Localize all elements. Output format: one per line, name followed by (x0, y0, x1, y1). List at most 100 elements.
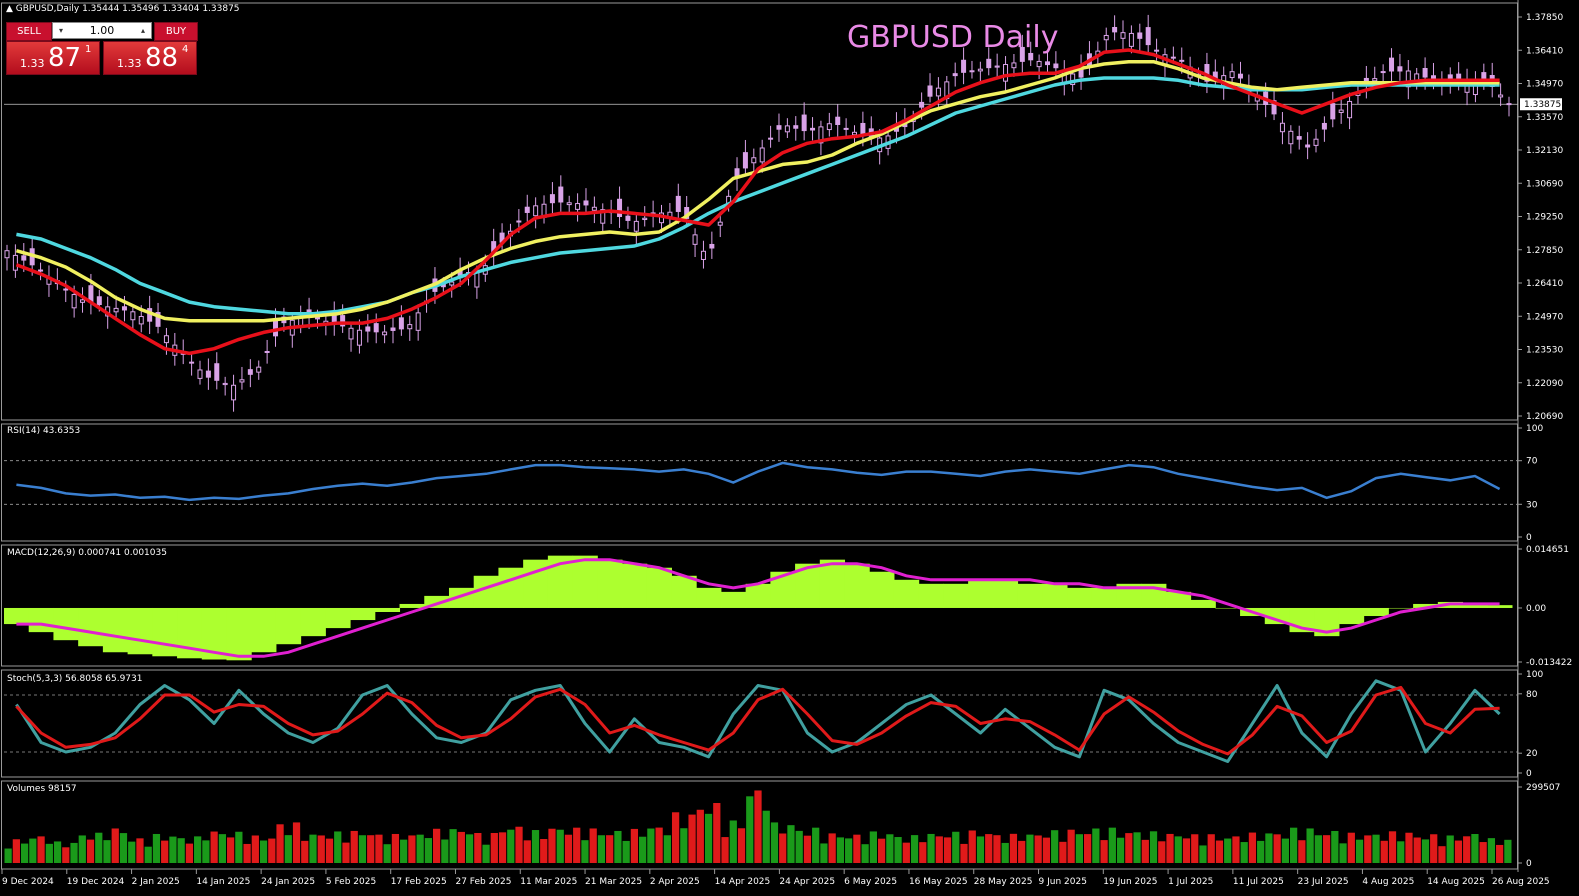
volume-bar (1141, 839, 1149, 863)
volume-bar (161, 840, 169, 863)
volume-bar (433, 828, 441, 863)
y-tick-label: 1.36410 (1526, 46, 1563, 56)
candle-body (633, 220, 639, 232)
volume-bar (235, 831, 243, 863)
volume-bar (548, 828, 556, 863)
x-tick-label: 21 Mar 2025 (585, 877, 642, 887)
candle-body (583, 200, 589, 206)
macd-histogram-bar (102, 607, 129, 653)
x-tick-label: 24 Apr 2025 (779, 877, 835, 887)
candle-body (826, 123, 832, 131)
macd-histogram-bar (374, 607, 401, 612)
volume-bar (713, 803, 721, 863)
volume-bar (1257, 840, 1265, 863)
candle-body (1179, 59, 1185, 62)
volume-bar (457, 831, 465, 863)
candle-body (1380, 71, 1386, 74)
sell-button[interactable]: SELL (6, 22, 52, 41)
candle-body (415, 312, 421, 331)
volume-bar (449, 829, 457, 863)
volume-bar (325, 838, 334, 863)
volume-bar (886, 834, 894, 863)
candle-body (1422, 68, 1428, 78)
volume-bar (1504, 839, 1512, 863)
volume-bar (564, 834, 573, 863)
macd-histogram-bar (399, 603, 425, 608)
buy-button[interactable]: BUY (154, 22, 198, 41)
macd-histogram-bar (78, 607, 104, 647)
volume-bar (441, 839, 449, 863)
ema-slow-line (16, 76, 1500, 316)
candle-body (1481, 72, 1487, 79)
y-tick-label: 0 (1526, 533, 1532, 543)
volume-bar (531, 830, 540, 863)
candle-body (38, 269, 44, 272)
x-tick-label: 11 Mar 2025 (520, 877, 577, 887)
candle-body (793, 125, 799, 129)
buy-price-quote[interactable]: 1.33 88 4 (103, 41, 197, 75)
volume-bar (639, 836, 647, 863)
volume-bar (95, 832, 103, 863)
stoch-main-line (15, 679, 1501, 763)
volume-bar (1133, 832, 1141, 863)
macd-histogram-bar (1487, 605, 1513, 608)
y-tick-label: 1.20690 (1526, 412, 1563, 422)
candle-body (919, 101, 925, 108)
volume-bar (1380, 840, 1388, 863)
macd-histogram-bar (1338, 607, 1365, 625)
x-tick-label: 28 May 2025 (974, 877, 1033, 887)
volume-bar (1026, 834, 1034, 863)
volume-bar (861, 844, 869, 863)
volume-bar (1364, 835, 1372, 863)
x-tick-label: 9 Dec 2024 (2, 877, 54, 887)
y-tick-label: 0.00 (1526, 604, 1546, 614)
volume-bar (498, 832, 507, 863)
macd-histogram-bar (152, 607, 178, 657)
candle-body (801, 114, 807, 132)
candle-body (994, 65, 1000, 68)
volume-bar (1182, 838, 1191, 863)
candle-body (365, 326, 371, 332)
volume-bar (20, 843, 29, 863)
volume-bar (391, 833, 400, 863)
volume-bar (424, 838, 433, 863)
volume-bar (1306, 828, 1314, 863)
y-tick-label: 1.33570 (1526, 113, 1563, 123)
volume-bar (935, 836, 943, 863)
x-tick-label: 2 Apr 2025 (650, 877, 700, 887)
lot-size-input[interactable]: ▾ 1.00 ▴ (52, 22, 152, 39)
volume-bar (1207, 834, 1215, 863)
volume-bar (367, 835, 375, 863)
volume-bar (276, 824, 284, 863)
volume-bar (1273, 834, 1281, 863)
lot-increase-icon[interactable]: ▴ (136, 23, 150, 38)
volume-bar (292, 822, 301, 863)
sell-price-quote[interactable]: 1.33 87 1 (6, 41, 100, 75)
volume-bar (1463, 836, 1471, 863)
macd-histogram-bar (523, 559, 549, 608)
candle-body (1036, 60, 1042, 68)
candle-body (1347, 100, 1353, 119)
volume-bar (754, 790, 762, 863)
candle-body (851, 131, 857, 136)
volume-label: Volumes 98157 (7, 784, 77, 794)
macd-histogram-bar (498, 567, 524, 608)
y-tick-label: -0.013422 (1526, 658, 1572, 668)
macd-histogram-bar (53, 607, 79, 641)
rsi-label: RSI(14) 43.6353 (7, 426, 81, 436)
candle-body (390, 327, 396, 331)
volume-bar (1479, 842, 1487, 863)
candle-body (1145, 27, 1151, 46)
y-tick-label: 100 (1526, 424, 1543, 434)
volume-bar (62, 847, 70, 863)
candle-body (751, 157, 757, 164)
candle-body (1389, 57, 1395, 72)
volume-bar (1339, 843, 1347, 863)
volume-bar (1232, 836, 1240, 863)
price-frame (1, 2, 1518, 421)
candle-body (121, 306, 127, 311)
candle-body (138, 315, 144, 325)
volume-bar (787, 825, 795, 863)
one-click-trade-panel: SELL ▾ 1.00 ▴ BUY 1.33 87 1 1.33 88 4 (6, 20, 198, 76)
candle-body (1237, 73, 1243, 79)
